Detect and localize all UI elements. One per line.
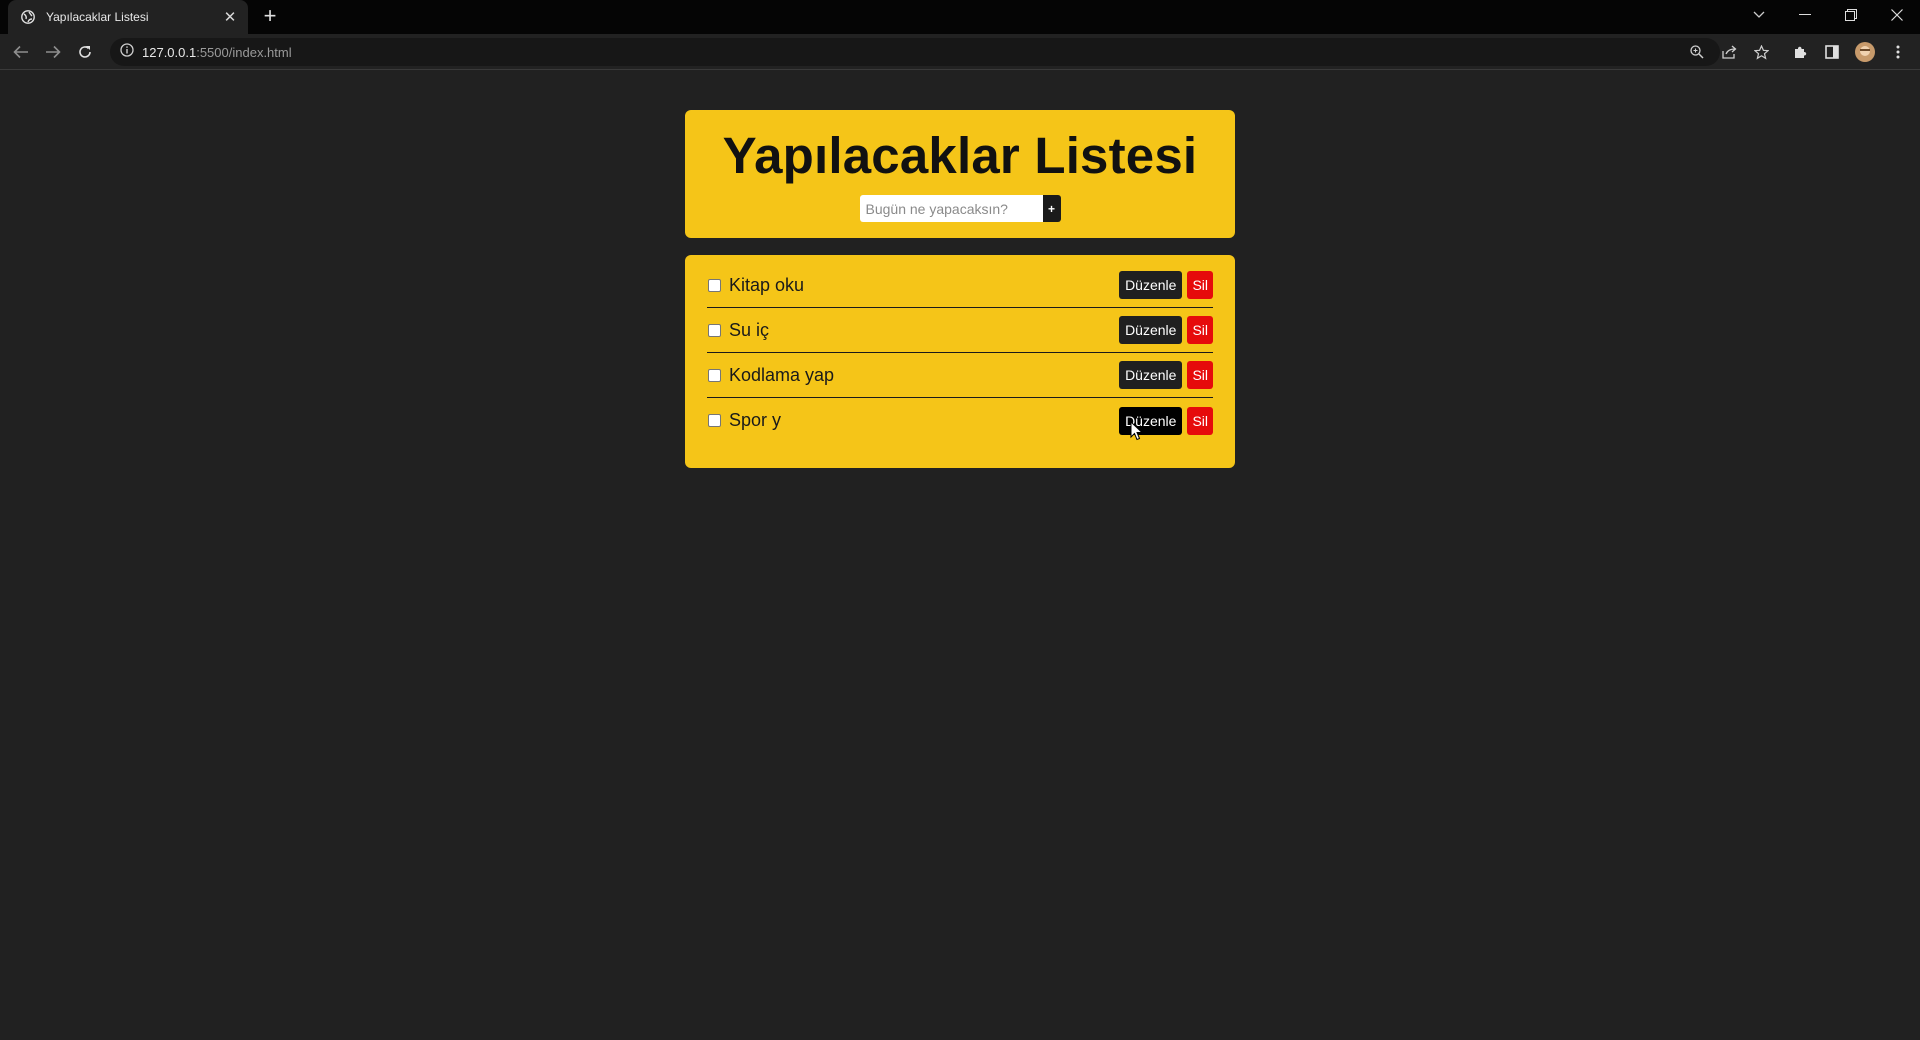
todo-checkbox[interactable]	[708, 368, 721, 382]
list-item: Kodlama yap Düzenle Sil	[707, 353, 1213, 398]
side-panel-icon[interactable]	[1820, 40, 1844, 64]
add-task-button[interactable]: +	[1042, 195, 1061, 222]
edit-button[interactable]: Düzenle	[1119, 271, 1183, 299]
avatar[interactable]	[1853, 40, 1877, 64]
close-window-icon[interactable]	[1874, 0, 1920, 30]
back-arrow-icon[interactable]	[9, 40, 33, 64]
todo-checkbox[interactable]	[708, 323, 721, 337]
browser-tab-strip: Yapılacaklar Listesi ✕ +	[0, 0, 1920, 34]
minimize-icon[interactable]	[1782, 0, 1828, 30]
todo-text: Kitap oku	[729, 274, 805, 295]
share-icon[interactable]	[1717, 40, 1741, 64]
bookmark-star-icon[interactable]	[1749, 40, 1773, 64]
forward-arrow-icon[interactable]	[41, 40, 65, 64]
browser-tab[interactable]: Yapılacaklar Listesi ✕	[8, 0, 248, 34]
url-path: :5500/index.html	[196, 44, 292, 60]
reload-icon[interactable]	[73, 40, 97, 64]
todo-text: Su iç	[729, 319, 770, 340]
list-item: Su iç Düzenle Sil	[707, 308, 1213, 353]
info-icon[interactable]	[120, 42, 134, 62]
delete-button[interactable]: Sil	[1187, 406, 1213, 435]
task-input[interactable]	[859, 195, 1043, 222]
new-tab-button[interactable]: +	[258, 5, 282, 29]
delete-button[interactable]: Sil	[1187, 361, 1213, 389]
list-item: Kitap oku Düzenle Sil	[707, 263, 1213, 308]
todo-header-card: Yapılacaklar Listesi +	[685, 110, 1235, 238]
todo-text: Spor y	[729, 410, 782, 430]
delete-button[interactable]: Sil	[1187, 316, 1213, 344]
extensions-icon[interactable]	[1788, 40, 1812, 64]
globe-icon	[20, 9, 36, 25]
tab-title: Yapılacaklar Listesi	[46, 10, 149, 24]
todo-checkbox[interactable]	[708, 414, 721, 427]
browser-toolbar: 127.0.0.1:5500/index.html	[0, 34, 1920, 70]
close-tab-icon[interactable]: ✕	[222, 8, 238, 26]
menu-kebab-icon[interactable]	[1886, 40, 1910, 64]
edit-button[interactable]: Düzenle	[1119, 406, 1183, 435]
add-task-form: +	[685, 195, 1235, 222]
list-item: Spor y Düzenle Sil	[707, 398, 1213, 443]
tab-search-icon[interactable]	[1736, 0, 1782, 30]
delete-button[interactable]: Sil	[1187, 271, 1213, 299]
todo-checkbox[interactable]	[708, 278, 721, 292]
url-host: 127.0.0.1	[142, 44, 197, 60]
todo-text: Kodlama yap	[729, 364, 835, 385]
restore-icon[interactable]	[1828, 0, 1874, 30]
zoom-icon[interactable]	[1685, 40, 1709, 64]
page-title: Yapılacaklar Listesi	[722, 127, 1198, 184]
edit-button[interactable]: Düzenle	[1119, 361, 1183, 389]
edit-button[interactable]: Düzenle	[1119, 316, 1183, 344]
todo-list: Kitap oku Düzenle Sil Su iç Düzenle Sil …	[685, 255, 1235, 468]
address-bar[interactable]: 127.0.0.1:5500/index.html	[110, 38, 1720, 66]
